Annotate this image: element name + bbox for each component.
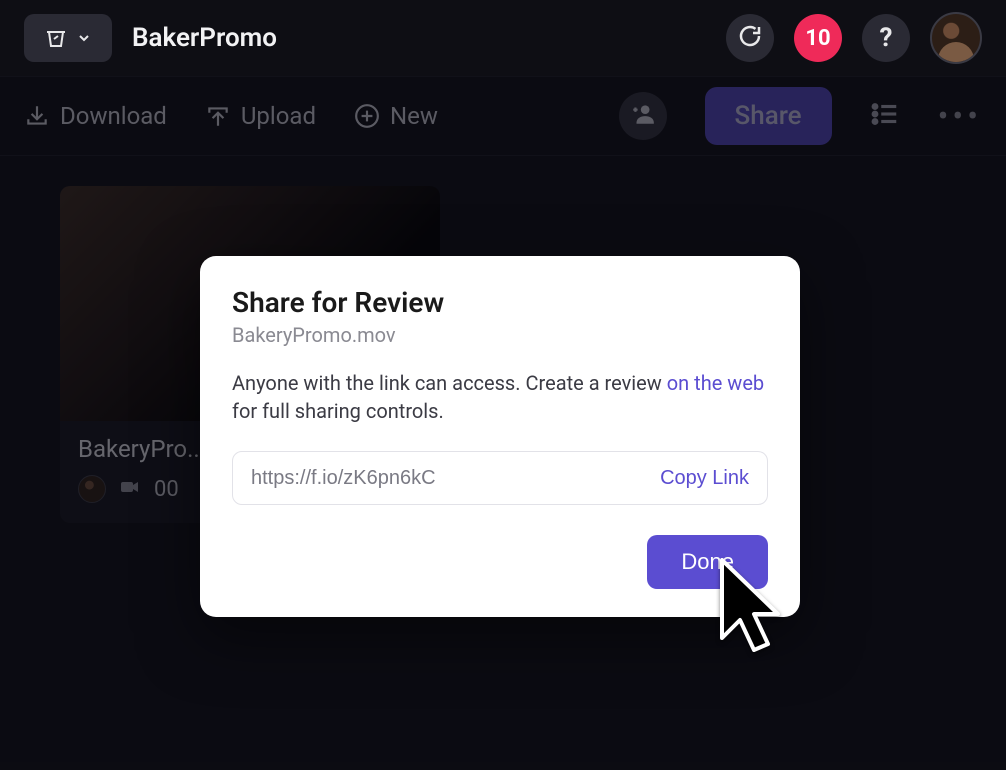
add-user-button[interactable] <box>619 92 667 140</box>
upload-icon <box>205 103 231 129</box>
notification-count: 10 <box>805 26 830 51</box>
modal-filename: BakeryPromo.mov <box>232 323 768 347</box>
asset-owner-avatar <box>78 475 106 503</box>
refresh-button[interactable] <box>726 14 774 62</box>
share-url-input[interactable] <box>251 467 648 490</box>
share-label: Share <box>735 101 802 131</box>
notification-badge[interactable]: 10 <box>794 14 842 62</box>
help-icon: ? <box>880 23 893 53</box>
share-button[interactable]: Share <box>705 87 832 145</box>
list-view-button[interactable] <box>870 99 900 133</box>
download-button[interactable]: Download <box>24 102 167 130</box>
new-label: New <box>390 102 438 130</box>
modal-description: Anyone with the link can access. Create … <box>232 369 768 425</box>
new-button[interactable]: New <box>354 102 438 130</box>
download-label: Download <box>60 102 167 130</box>
modal-desc-text-2: for full sharing controls. <box>232 399 444 423</box>
modal-desc-text-1: Anyone with the link can access. Create … <box>232 371 667 395</box>
toolbar: Download Upload New <box>0 76 1006 156</box>
project-title: BakerPromo <box>132 23 277 53</box>
share-link-field: Copy Link <box>232 451 768 505</box>
chevron-down-icon <box>76 30 92 46</box>
project-switcher[interactable] <box>24 14 112 62</box>
refresh-icon <box>738 24 762 52</box>
help-button[interactable]: ? <box>862 14 910 62</box>
user-avatar[interactable] <box>930 12 982 64</box>
asset-duration: 00 <box>154 477 179 502</box>
share-review-modal: Share for Review BakeryPromo.mov Anyone … <box>200 256 800 617</box>
more-icon: ••• <box>938 97 982 135</box>
upload-label: Upload <box>241 102 316 130</box>
modal-title: Share for Review <box>232 286 768 319</box>
copy-link-button[interactable]: Copy Link <box>660 467 749 490</box>
list-icon <box>870 99 900 133</box>
download-icon <box>24 103 50 129</box>
upload-button[interactable]: Upload <box>205 102 316 130</box>
done-button[interactable]: Done <box>647 535 768 589</box>
bucket-icon <box>44 26 68 50</box>
app-header: BakerPromo 10 ? <box>0 0 1006 76</box>
more-button[interactable]: ••• <box>938 97 982 135</box>
on-the-web-link[interactable]: on the web <box>667 371 764 395</box>
plus-circle-icon <box>354 103 380 129</box>
add-user-icon <box>630 101 656 131</box>
video-icon <box>118 475 142 503</box>
